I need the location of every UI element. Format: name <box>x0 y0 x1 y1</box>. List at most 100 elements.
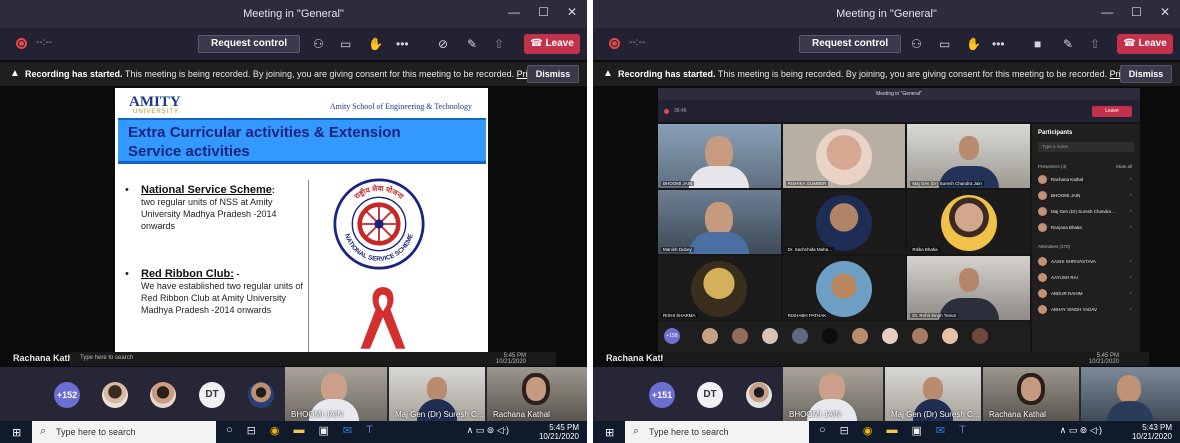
avatar <box>792 328 808 344</box>
maximize-icon[interactable]: ☐ <box>1131 5 1142 19</box>
shared-meeting-window: Meeting in "General" 36:46 Leave BHOOMI … <box>658 88 1140 352</box>
chat-icon[interactable]: ▭ <box>939 37 950 51</box>
leave-button[interactable]: ☎ Leave <box>524 34 580 54</box>
store-icon[interactable]: ▣ <box>911 424 921 437</box>
minimize-icon[interactable]: — <box>508 5 520 19</box>
teams-icon[interactable]: T <box>959 424 966 437</box>
camera-off-icon[interactable]: ⊘ <box>438 37 448 51</box>
widgets-icon[interactable]: ⊟ <box>840 424 849 437</box>
more-participants-count[interactable]: +151 <box>649 382 675 408</box>
video-cell: RISHIKA GUMBER <box>782 124 906 188</box>
participants-icon[interactable]: ⚇ <box>313 37 324 51</box>
search-icon: ⌕ <box>633 425 640 437</box>
mail-icon[interactable]: ✉ <box>343 424 352 437</box>
avatar[interactable] <box>746 382 772 408</box>
leave-button[interactable]: ☎ Leave <box>1117 34 1173 54</box>
task-view-icon[interactable]: ○ <box>819 424 826 437</box>
meeting-toolbar: --:-- Request control ⚇ ▭ ✋ ••• ⊘ ✎ ⇧ ☎ … <box>0 28 587 60</box>
share-icon[interactable]: ⇧ <box>1090 37 1100 51</box>
video-tile[interactable]: Rachana Kathal <box>983 367 1079 421</box>
windows-start-icon[interactable]: ⊞ <box>605 426 614 439</box>
phone-icon: ☎ <box>530 38 546 49</box>
request-control-button[interactable]: Request control <box>198 35 301 53</box>
chrome-icon[interactable]: ◉ <box>270 424 280 437</box>
avatar[interactable] <box>150 382 176 408</box>
teams-icon[interactable]: T <box>366 424 373 437</box>
avatar-initials[interactable]: DT <box>697 382 723 408</box>
video-tile[interactable]: Maj Gen (Dr) Suresh C... <box>389 367 485 421</box>
video-cell-name: RISHI SHARMA <box>661 313 698 318</box>
more-participants-count[interactable]: +152 <box>54 382 80 408</box>
mic-off-icon[interactable]: ✎ <box>1063 37 1073 51</box>
mail-icon[interactable]: ✉ <box>936 424 945 437</box>
task-view-icon[interactable]: ○ <box>226 424 233 437</box>
mic-off-icon[interactable]: ✎ <box>467 37 477 51</box>
close-icon[interactable]: ✕ <box>1160 5 1170 19</box>
banner-bold: Recording has started. <box>618 69 716 79</box>
chrome-icon[interactable]: ◉ <box>863 424 873 437</box>
camera-icon[interactable]: ■ <box>1034 37 1041 51</box>
raise-hand-icon[interactable]: ✋ <box>368 37 383 51</box>
request-control-button[interactable]: Request control <box>799 35 902 53</box>
minimize-icon[interactable]: — <box>1101 5 1113 19</box>
nss-seal-logo: राष्ट्रीय सेवा योजना NATIONAL SERVICE SC… <box>333 178 425 270</box>
window-title: Meeting in "General" <box>243 8 344 20</box>
taskbar-search[interactable]: ⌕ Type here to search <box>32 421 216 443</box>
dismiss-button[interactable]: Dismiss <box>527 65 579 83</box>
video-tile[interactable] <box>1081 367 1180 421</box>
system-tray: ∧ ▭ ⊚ ◁ᐧ) 5:43 PM 10/21/2020 <box>1060 423 1172 441</box>
file-explorer-icon[interactable]: ▬ <box>886 424 897 437</box>
avatar <box>912 328 928 344</box>
windows-taskbar: ⊞ ⌕ Type here to search ○ ⊟ ◉ ▬ ▣ ✉ T ∧ … <box>0 421 587 443</box>
windows-taskbar: ⊞ ⌕ Type here to search ○ ⊟ ◉ ▬ ▣ ✉ T ∧ … <box>593 421 1180 443</box>
inner-toolbar: 36:46 Leave <box>658 100 1140 122</box>
participants-icon[interactable]: ⚇ <box>911 37 922 51</box>
shared-screen-taskbar: Type here to search 5:45 PM 10/21/2020 <box>70 352 556 366</box>
video-cell-name: Ritika Bhatia <box>910 247 940 252</box>
avatar <box>972 328 988 344</box>
tile-caption: Maj Gen (Dr) Suresh C... <box>395 410 484 419</box>
tile-caption: Rachana Kathal <box>493 410 550 419</box>
video-tile[interactable]: BHOOMI JAIN <box>285 367 387 421</box>
more-options-icon[interactable]: ••• <box>396 37 409 51</box>
shared-date: 10/21/2020 <box>1088 359 1119 365</box>
right-screenshot: Meeting in "General" — ☐ ✕ --:-- Request… <box>593 0 1180 443</box>
recording-icon <box>16 38 27 49</box>
video-tile[interactable]: Maj Gen (Dr) Suresh C... <box>885 367 981 421</box>
avatar[interactable] <box>102 382 128 408</box>
avatar <box>762 328 778 344</box>
file-explorer-icon[interactable]: ▬ <box>293 424 304 437</box>
store-icon[interactable]: ▣ <box>318 424 328 437</box>
tray-icons[interactable]: ∧ ▭ ⊚ ◁ᐧ) <box>1060 426 1102 435</box>
video-tile[interactable]: BHOOMI JAIN <box>783 367 883 421</box>
more-options-icon[interactable]: ••• <box>992 37 1005 51</box>
close-icon[interactable]: ✕ <box>567 5 577 19</box>
raise-hand-icon[interactable]: ✋ <box>966 37 981 51</box>
banner-message: Recording has started. This meeting is b… <box>618 69 1165 79</box>
system-tray: ∧ ▭ ⊚ ◁ᐧ) 5:45 PM 10/21/2020 <box>467 423 579 441</box>
taskbar-search[interactable]: ⌕ Type here to search <box>625 421 809 443</box>
mute-all-button: Mute all <box>1116 164 1132 169</box>
participant-row: Maj Gen (Dr) Suresh Chandra ... ♪ <box>1038 206 1134 218</box>
video-cell: BHOOMI JAIN <box>658 124 781 188</box>
slide-heading: Extra Curricular activities & Extension … <box>118 118 486 164</box>
tray-icons[interactable]: ∧ ▭ ⊚ ◁ᐧ) <box>467 426 509 435</box>
presenters-heading: Presenters (4) <box>1038 164 1067 169</box>
dismiss-button[interactable]: Dismiss <box>1120 65 1172 83</box>
chat-icon[interactable]: ▭ <box>340 37 351 51</box>
share-icon[interactable]: ⇧ <box>494 37 504 51</box>
video-cell: Maj Gen (Dr) Suresh Chandra Jain <box>907 124 1030 188</box>
title-bar: Meeting in "General" — ☐ ✕ <box>0 0 587 28</box>
windows-start-icon[interactable]: ⊞ <box>12 426 21 439</box>
avatar <box>852 328 868 344</box>
avatar-initials[interactable]: DT <box>199 382 225 408</box>
search-icon: ⌕ <box>40 425 47 437</box>
avatar[interactable] <box>248 382 274 408</box>
widgets-icon[interactable]: ⊟ <box>247 424 256 437</box>
taskbar-apps: ○ ⊟ ◉ ▬ ▣ ✉ T <box>819 424 966 437</box>
maximize-icon[interactable]: ☐ <box>538 5 549 19</box>
video-tile[interactable]: Rachana Kathal <box>487 367 587 421</box>
video-cell: Dr. Sachchida Maha... <box>782 190 906 254</box>
warning-icon: ▲ <box>10 68 20 79</box>
participant-row: ABHAY SINGH YADAV ♪ <box>1038 304 1134 316</box>
